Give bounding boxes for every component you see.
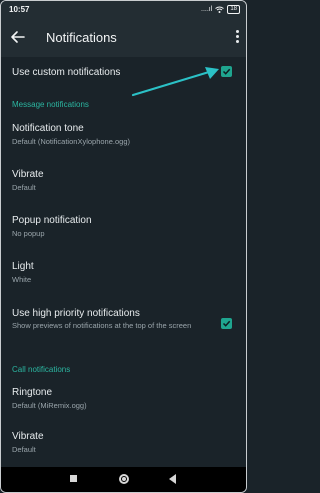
popup-notification-label: Popup notification [12,215,92,226]
vibrate-value: Default [12,183,36,192]
back-arrow-icon[interactable] [10,29,26,45]
annotation-arrow-icon [131,67,219,97]
notification-tone-row[interactable]: Notification tone Default (NotificationX… [1,115,246,155]
status-bar: 10:57 ....ıl 18 [1,1,246,19]
call-vibrate-row[interactable]: Vibrate Default [1,423,246,463]
message-notifications-header: Message notifications [12,100,89,109]
ringtone-label: Ringtone [12,387,53,398]
popup-notification-row[interactable]: Popup notification No popup [1,207,246,247]
call-vibrate-label: Vibrate [12,431,44,442]
custom-notifications-label: Use custom notifications [12,67,121,78]
popup-notification-value: No popup [12,229,45,238]
light-value: White [12,275,32,284]
high-priority-description: Show previews of notifications at the to… [12,321,192,330]
battery-icon: 18 [227,5,240,14]
call-vibrate-value: Default [12,445,36,454]
checkbox-checked-icon [222,68,231,75]
status-time: 10:57 [9,5,30,14]
ringtone-row[interactable]: Ringtone Default (MiRemix.ogg) [1,379,246,419]
nav-home-icon[interactable] [119,474,129,484]
high-priority-label: Use high priority notifications [12,308,140,319]
wifi-icon [215,6,225,13]
nav-recents-icon[interactable] [70,475,77,482]
high-priority-checkbox[interactable] [221,318,232,329]
light-label: Light [12,261,34,272]
status-icons: ....ıl 18 [201,5,240,14]
call-notifications-header: Call notifications [12,365,71,374]
notification-tone-value: Default (NotificationXylophone.ogg) [12,137,130,146]
signal-icon: ....ıl [201,6,213,13]
page-title: Notifications [46,30,117,45]
vibrate-label: Vibrate [12,169,44,180]
checkbox-checked-icon [222,320,231,327]
more-vert-icon[interactable] [234,29,240,45]
ringtone-value: Default (MiRemix.ogg) [12,401,87,410]
vibrate-row[interactable]: Vibrate Default [1,161,246,201]
notification-tone-label: Notification tone [12,123,84,134]
navigation-bar [1,467,246,492]
light-row[interactable]: Light White [1,253,246,293]
app-bar: Notifications [1,19,246,57]
high-priority-row[interactable]: Use high priority notifications Show pre… [1,301,246,349]
nav-back-icon[interactable] [169,474,176,484]
phone-screen: 10:57 ....ıl 18 Notifications Use custom… [0,0,247,493]
